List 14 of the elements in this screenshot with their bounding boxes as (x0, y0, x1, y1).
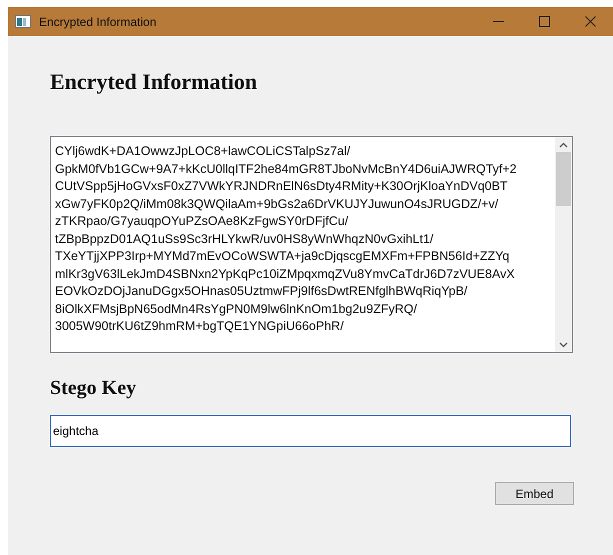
close-icon (584, 16, 596, 27)
scroll-up-icon (559, 142, 568, 148)
minimize-icon (492, 21, 504, 22)
app-icon (15, 15, 31, 28)
embed-button[interactable]: Embed (495, 482, 574, 505)
scrollbar-thumb[interactable] (556, 152, 571, 206)
scroll-down-icon (559, 342, 568, 348)
maximize-icon (538, 16, 550, 27)
scrollbar[interactable] (555, 137, 572, 352)
encrypted-text-field[interactable]: CYlj6wdK+DA1OwwzJpLOC8+lawCOLiCSTalpSz7al/ GpkM0fVb1GCw+9A7+kKcU0llqITF2he84mGR8TJboNvMcBnY4D6uiAJWRQTyf+2 CUtVSpp5jHoGVxsF0xZ7VWkYRJNDRnElN6sDty4RMity+K30OrjKloaYnDVq0BT xGw7yFK0p2Q/iMm08k3QWQilaAm+9bGs2a6DrVKUJYJuwunO4sJRUGDZ/+v/ zTKRpao/G7yauqpOYuPZsOAe8KzFgwSY0rDFjfCu/ tZBpBppzD01AQ1uSs9Sc3rHLYkwR/uv0HS8yWnWhqzN0vGxihLt1/ TXeYTjjXPP3Irp+MYMd7mEvOCoWSWTA+ja9cDjqscgEMXFm+FPBN56Id+ZZYq mlKr3gV63lLekJmD4SBNxn2YpKqPc10iZMpqxmqZVu8YmvCaTdrJ6D7zVUE8AvX EOVkOzDOjJanuDGgx5OHnas05UztmwFPj9lf6sDwtRENfglhBWqRiqYpB/ 8iOlkXFMsjBpN65odMn4RsYgPN0M9lw6lnKnOm1bg2u9ZFyRQ/ 3005W90trKU6tZ9hmRM+bgTQE1YNGpiU66oPhR/ (50, 136, 573, 353)
window-title: Encrypted Information (39, 14, 158, 28)
section-heading: Encryted Information (50, 69, 258, 95)
field-label: Stego Key (50, 377, 138, 400)
stego-key-field[interactable]: eightcha (50, 415, 571, 447)
